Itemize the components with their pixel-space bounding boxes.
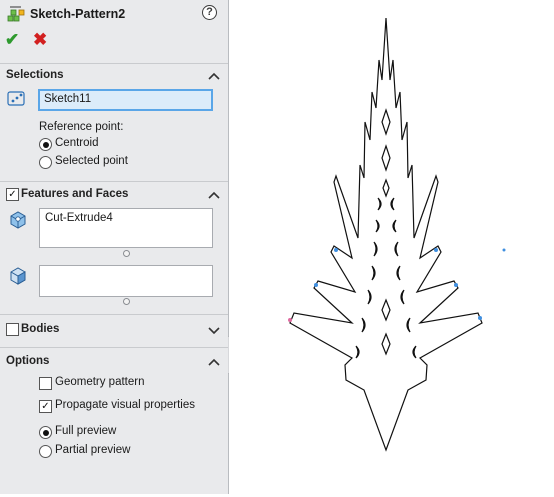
- sketch-crescent: [373, 241, 378, 257]
- partial-preview-radio[interactable]: [39, 445, 52, 458]
- feature-icon: [10, 211, 26, 229]
- features-list[interactable]: Cut-Extrude4: [39, 208, 213, 248]
- selected-point-label: Selected point: [55, 155, 128, 167]
- centroid-radio[interactable]: [39, 138, 52, 151]
- sketch-outline: [289, 17, 483, 452]
- selections-section-title[interactable]: Selections: [6, 69, 64, 81]
- ok-button[interactable]: ✔: [5, 31, 19, 49]
- selected-point-radio[interactable]: [39, 156, 52, 169]
- sketch-crescent: [355, 345, 360, 359]
- faces-list[interactable]: [39, 265, 213, 297]
- sketch-diamond: [381, 108, 391, 136]
- full-preview-radio[interactable]: [39, 426, 52, 439]
- full-preview-label: Full preview: [55, 425, 117, 437]
- property-manager-panel: Sketch-Pattern2 ? ✔ ✖ Selections Sketch1…: [0, 0, 229, 494]
- sketch-endpoint: [434, 248, 438, 252]
- sketch-crescent: [361, 317, 366, 333]
- bodies-section-title[interactable]: Bodies: [21, 323, 59, 335]
- propagate-visual-label: Propagate visual properties: [55, 399, 195, 411]
- graphics-viewport[interactable]: [229, 0, 554, 494]
- sketch-crescent: [394, 241, 399, 257]
- geometry-pattern-checkbox[interactable]: [39, 377, 52, 390]
- chevron-up-icon[interactable]: [207, 71, 221, 81]
- sketch-crescent: [367, 289, 372, 305]
- sketch-crescent: [396, 265, 401, 281]
- partial-preview-label: Partial preview: [55, 444, 131, 456]
- panel-title: Sketch-Pattern2: [30, 7, 126, 21]
- sketch-selection-icon: [7, 91, 25, 106]
- section-divider: [0, 347, 228, 348]
- sketch-endpoint: [314, 283, 318, 287]
- bodies-checkbox[interactable]: [6, 323, 19, 336]
- reference-point-label: Reference point:: [39, 121, 124, 133]
- sketch-drawing[interactable]: [229, 0, 554, 494]
- sketch-crescent: [406, 317, 411, 333]
- sketch-diamond: [381, 332, 391, 356]
- sketch-endpoint: [478, 316, 482, 320]
- list-resize-grip[interactable]: [123, 250, 130, 257]
- sketch-endpoint: [502, 248, 506, 252]
- sketch-diamond: [381, 298, 391, 322]
- chevron-down-icon[interactable]: [207, 325, 221, 335]
- sketch-endpoint: [454, 283, 458, 287]
- sketch-selection-field[interactable]: Sketch11: [38, 89, 213, 111]
- centroid-label: Centroid: [55, 137, 99, 149]
- face-icon: [10, 267, 26, 285]
- sketch-crescent: [375, 219, 380, 233]
- section-divider: [0, 63, 228, 64]
- sketch-crescent: [400, 289, 405, 305]
- sketch-crescent: [371, 265, 376, 281]
- sketch-crescent: [392, 219, 397, 233]
- list-resize-grip[interactable]: [123, 298, 130, 305]
- features-faces-checkbox[interactable]: ✓: [6, 188, 19, 201]
- chevron-up-icon[interactable]: [207, 190, 221, 200]
- sketch-crescent: [390, 197, 395, 211]
- feature-list-item[interactable]: Cut-Extrude4: [45, 212, 207, 224]
- sketch-diamond: [381, 144, 391, 172]
- geometry-pattern-label: Geometry pattern: [55, 376, 145, 388]
- sketch-crescent: [377, 197, 382, 211]
- propagate-visual-checkbox[interactable]: ✓: [39, 400, 52, 413]
- options-section-title[interactable]: Options: [6, 355, 49, 367]
- chevron-up-icon[interactable]: [207, 357, 221, 367]
- section-divider: [0, 181, 228, 182]
- sketch-diamond: [382, 178, 390, 198]
- sketch-endpoint: [334, 248, 338, 252]
- section-divider: [0, 314, 228, 315]
- help-button[interactable]: ?: [202, 5, 217, 20]
- cancel-button[interactable]: ✖: [33, 31, 47, 49]
- sketch-pattern-icon: [7, 6, 25, 22]
- sketch-endpoint: [288, 318, 292, 322]
- sketch-crescent: [412, 345, 417, 359]
- features-faces-section-title[interactable]: Features and Faces: [21, 188, 128, 200]
